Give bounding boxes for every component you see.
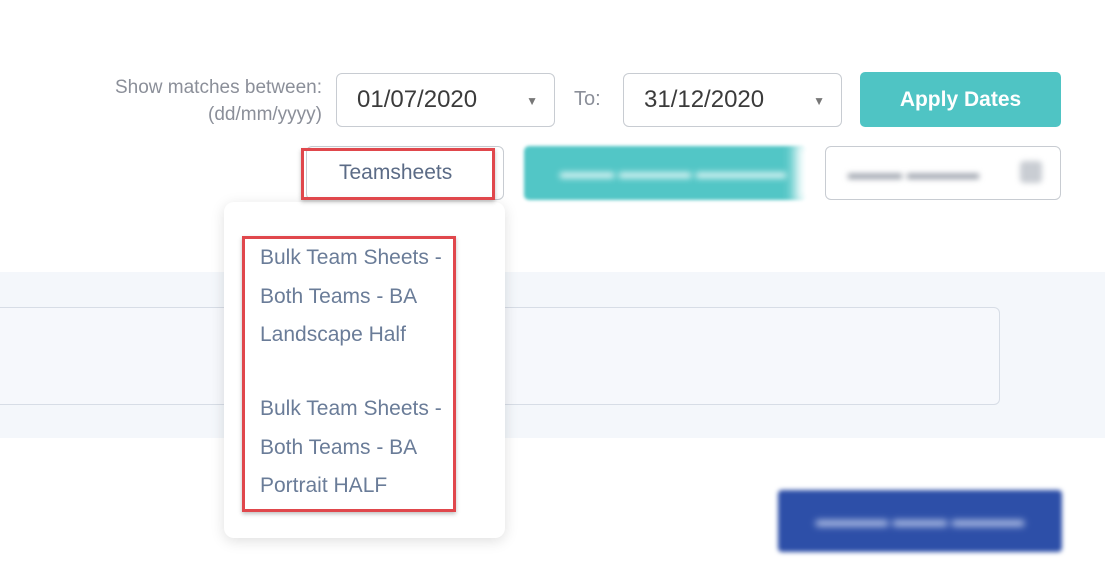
date-format-hint: (dd/mm/yyyy): [208, 104, 322, 125]
blurred-text: ▬▬▬▬ ▬▬▬ ▬▬▬▬: [816, 510, 1025, 530]
blurred-text: ▬▬▬ ▬▬▬▬ ▬▬▬▬▬: [560, 162, 787, 182]
to-date-value: 31/12/2020: [644, 86, 765, 113]
date-range-label-line1: Show matches between:: [114, 77, 322, 98]
highlight-teamsheets: [301, 148, 495, 200]
to-date-select[interactable]: 31/12/2020 ▼: [623, 73, 842, 127]
chevron-down-icon: ▼: [813, 94, 825, 108]
chevron-down-icon: ▼: [526, 94, 538, 108]
to-label: To:: [574, 88, 601, 110]
blurred-filter-button[interactable]: ▬▬▬ ▬▬▬▬: [825, 146, 1061, 200]
blurred-primary-button[interactable]: ▬▬▬▬ ▬▬▬ ▬▬▬▬: [778, 490, 1062, 552]
date-range-label: Show matches between: (dd/mm/yyyy): [40, 74, 322, 128]
apply-dates-button[interactable]: Apply Dates: [860, 72, 1061, 127]
highlight-menu: [242, 236, 456, 512]
from-date-value: 01/07/2020: [357, 86, 478, 113]
filter-icon: [1020, 161, 1042, 183]
from-date-select[interactable]: 01/07/2020 ▼: [336, 73, 555, 127]
blurred-text: ▬▬▬ ▬▬▬▬: [848, 163, 980, 183]
blurred-action-button[interactable]: ▬▬▬ ▬▬▬▬ ▬▬▬▬▬: [524, 146, 806, 200]
